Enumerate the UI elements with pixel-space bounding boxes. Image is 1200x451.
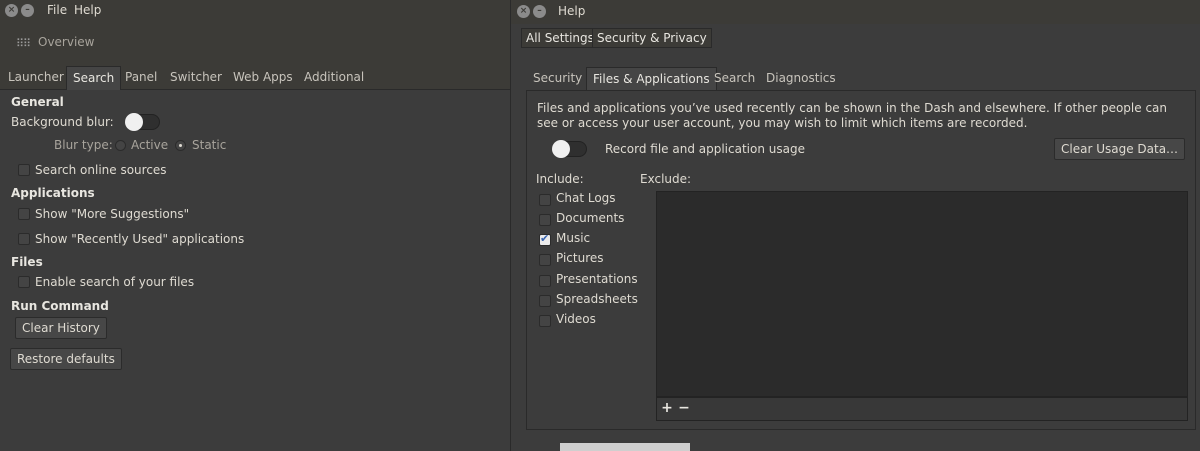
include-pictures-label: Pictures — [556, 251, 604, 265]
left-tab-bar: Launcher Search Panel Switcher Web Apps … — [0, 66, 510, 90]
overview-label: Overview — [38, 35, 95, 49]
tab-web-apps[interactable]: Web Apps — [227, 66, 299, 90]
blur-static-label: Static — [192, 138, 227, 152]
include-pictures-checkbox[interactable] — [539, 254, 551, 266]
menu-help[interactable]: Help — [74, 3, 101, 17]
tab-launcher[interactable]: Launcher — [2, 66, 70, 90]
right-titlebar: × – Help — [511, 0, 1200, 24]
exclude-toolbar: + − — [656, 397, 1188, 421]
security-privacy-window: × – Help All Settings Security & Privacy… — [510, 0, 1200, 451]
section-applications: Applications — [11, 186, 95, 200]
include-spreadsheets-label: Spreadsheets — [556, 292, 638, 306]
tab-search[interactable]: Search — [66, 66, 122, 90]
search-online-label: Search online sources — [35, 163, 167, 177]
background-blur-label: Background blur: — [11, 115, 114, 129]
tab-switcher[interactable]: Switcher — [164, 66, 228, 90]
more-suggestions-checkbox[interactable] — [18, 208, 30, 220]
enable-file-search-label: Enable search of your files — [35, 275, 195, 289]
clear-history-button[interactable]: Clear History — [15, 317, 107, 339]
include-documents-checkbox[interactable] — [539, 214, 551, 226]
enable-file-search-checkbox[interactable] — [18, 276, 30, 288]
breadcrumb-security-privacy[interactable]: Security & Privacy — [592, 28, 712, 48]
left-titlebar: × – File Help — [0, 0, 510, 22]
minimize-icon[interactable]: – — [533, 5, 546, 18]
tab-panel[interactable]: Panel — [119, 66, 163, 90]
breadcrumb-all-settings[interactable]: All Settings — [521, 28, 599, 48]
include-videos-label: Videos — [556, 312, 596, 326]
description-text: Files and applications you’ve used recen… — [537, 101, 1168, 130]
include-documents-label: Documents — [556, 211, 625, 225]
add-exclusion-button[interactable]: + — [660, 401, 674, 417]
include-videos-checkbox[interactable] — [539, 315, 551, 327]
blur-static-radio[interactable] — [175, 140, 186, 151]
blur-active-radio[interactable] — [115, 140, 126, 151]
include-label: Include: — [536, 172, 584, 186]
minimize-icon[interactable]: – — [21, 4, 34, 17]
exclude-label: Exclude: — [640, 172, 692, 186]
exclude-list[interactable] — [656, 191, 1188, 397]
overview-button[interactable]: ⠿⠿ Overview — [16, 34, 106, 54]
include-presentations-checkbox[interactable] — [539, 275, 551, 287]
include-spreadsheets-checkbox[interactable] — [539, 295, 551, 307]
grid-icon: ⠿⠿ — [16, 37, 31, 50]
include-chat-logs-checkbox[interactable] — [539, 194, 551, 206]
right-tab-bar: Security Files & Applications Search Dia… — [511, 67, 1200, 91]
restore-defaults-button[interactable]: Restore defaults — [10, 348, 122, 370]
tab-additional[interactable]: Additional — [298, 66, 370, 90]
background-blur-toggle[interactable] — [125, 113, 160, 131]
search-online-checkbox[interactable] — [18, 164, 30, 176]
tab-diagnostics[interactable]: Diagnostics — [760, 67, 842, 91]
close-icon[interactable]: × — [5, 4, 18, 17]
remove-exclusion-button[interactable]: − — [677, 401, 691, 417]
include-music-checkbox[interactable] — [539, 232, 551, 246]
recently-used-label: Show "Recently Used" applications — [35, 232, 245, 246]
section-run-command: Run Command — [11, 299, 109, 313]
record-usage-label: Record file and application usage — [605, 142, 805, 156]
section-general: General — [11, 95, 64, 109]
include-music-label: Music — [556, 231, 591, 245]
include-chat-logs-label: Chat Logs — [556, 191, 616, 205]
section-files: Files — [11, 255, 43, 269]
files-applications-panel: Files and applications you’ve used recen… — [526, 90, 1196, 430]
toolbar: ⠿⠿ Overview — [0, 22, 510, 66]
close-icon[interactable]: × — [517, 5, 530, 18]
unity-tweak-tool-window: × – File Help ⠿⠿ Overview Launcher Searc… — [0, 0, 510, 451]
more-suggestions-label: Show "More Suggestions" — [35, 207, 190, 221]
clear-usage-data-button[interactable]: Clear Usage Data… — [1054, 138, 1186, 160]
blur-active-label: Active — [131, 138, 169, 152]
blur-type-label: Blur type: — [54, 138, 113, 152]
tab-files-applications[interactable]: Files & Applications — [586, 67, 717, 91]
tab-search[interactable]: Search — [708, 67, 761, 91]
menu-help[interactable]: Help — [558, 4, 585, 18]
menu-file[interactable]: File — [47, 3, 67, 17]
include-presentations-label: Presentations — [556, 272, 638, 286]
record-usage-toggle[interactable] — [552, 140, 587, 158]
background-window-strip — [560, 443, 690, 451]
tab-security[interactable]: Security — [527, 67, 588, 91]
recently-used-checkbox[interactable] — [18, 233, 30, 245]
